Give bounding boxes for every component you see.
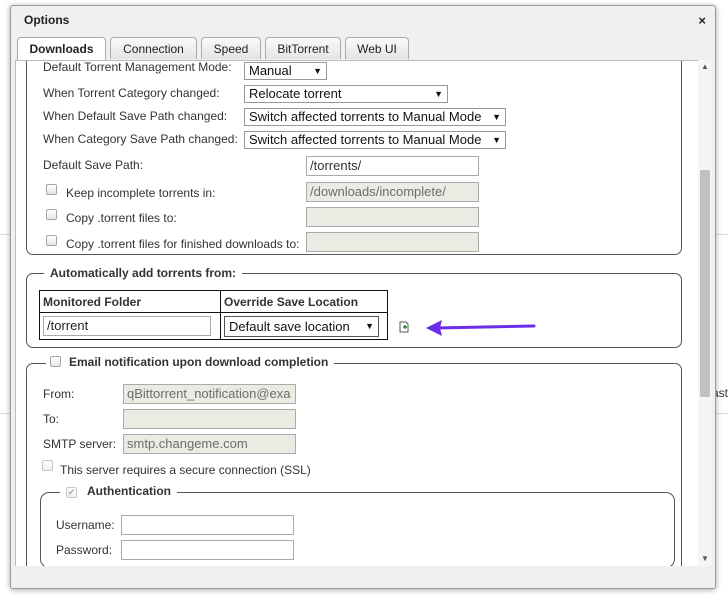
- background-divider: [0, 234, 10, 235]
- ssl-checkbox[interactable]: [42, 460, 53, 471]
- copy-finished-checkbox[interactable]: [46, 235, 57, 246]
- default-save-path-label: Default Save Path:: [43, 158, 144, 172]
- location-cell: Default save location ▼: [220, 312, 388, 340]
- close-button[interactable]: ×: [698, 13, 706, 28]
- tab-downloads[interactable]: Downloads: [17, 37, 106, 61]
- email-notification-legend-text: Email notification upon download complet…: [69, 355, 329, 369]
- username-label: Username:: [56, 518, 115, 532]
- scroll-down-arrow-icon[interactable]: ▼: [698, 552, 712, 566]
- col-override-location: Override Save Location: [220, 290, 388, 313]
- smtp-server-input[interactable]: smtp.changeme.com: [123, 434, 296, 454]
- copy-finished-label: Copy .torrent files for finished downloa…: [66, 237, 300, 251]
- management-mode-value: Manual: [249, 63, 292, 78]
- authentication-legend-text: Authentication: [87, 484, 171, 498]
- copy-finished-input[interactable]: [306, 232, 479, 252]
- override-location-value: Default save location: [229, 318, 350, 334]
- annotation-arrow-icon: [422, 317, 542, 340]
- default-save-path-input[interactable]: /torrents/: [306, 156, 479, 176]
- email-notification-checkbox[interactable]: [50, 356, 61, 367]
- keep-incomplete-input[interactable]: /downloads/incomplete/: [306, 182, 479, 202]
- add-row-icon[interactable]: [398, 321, 410, 333]
- monitored-folder-input[interactable]: /torrent: [43, 316, 211, 336]
- copy-torrent-input[interactable]: [306, 207, 479, 227]
- dialog-footer: [11, 566, 715, 588]
- tab-web-ui[interactable]: Web UI: [345, 37, 409, 59]
- keep-incomplete-checkbox[interactable]: [46, 184, 57, 195]
- copy-torrent-label: Copy .torrent files to:: [66, 211, 177, 225]
- watched-folders-table: Monitored Folder Override Save Location …: [39, 290, 388, 340]
- from-label: From:: [43, 387, 75, 401]
- category-changed-value: Relocate torrent: [249, 86, 342, 101]
- dropdown-arrow-icon: ▼: [492, 112, 501, 122]
- authentication-legend: ✔ Authentication: [60, 484, 177, 498]
- management-mode-label: Default Torrent Management Mode:: [43, 60, 232, 74]
- password-input[interactable]: [121, 540, 294, 560]
- default-path-changed-value: Switch affected torrents to Manual Mode: [249, 109, 482, 124]
- ssl-label: This server requires a secure connection…: [60, 463, 311, 477]
- default-path-changed-label: When Default Save Path changed:: [43, 109, 228, 123]
- password-label: Password:: [56, 543, 113, 557]
- smtp-server-label: SMTP server:: [43, 437, 117, 451]
- dialog-title: Options: [24, 13, 70, 27]
- category-path-changed-value: Switch affected torrents to Manual Mode: [249, 132, 482, 147]
- background-divider: [714, 234, 728, 235]
- authentication-checkbox[interactable]: ✔: [66, 487, 77, 498]
- to-label: To:: [43, 412, 60, 426]
- management-mode-select[interactable]: Manual ▼: [244, 62, 327, 80]
- category-changed-select[interactable]: Relocate torrent ▼: [244, 85, 448, 103]
- category-path-changed-label: When Category Save Path changed:: [43, 132, 238, 146]
- default-path-changed-select[interactable]: Switch affected torrents to Manual Mode ▼: [244, 108, 506, 126]
- dropdown-arrow-icon: ▼: [434, 89, 443, 99]
- background-divider: [714, 413, 728, 414]
- dropdown-arrow-icon: ▼: [365, 320, 374, 331]
- folder-cell: /torrent: [39, 312, 221, 340]
- tab-speed[interactable]: Speed: [201, 37, 261, 59]
- tab-bittorrent[interactable]: BitTorrent: [265, 37, 341, 59]
- tab-connection[interactable]: Connection: [110, 37, 197, 59]
- downloads-panel: Default Torrent Management Mode: Manual ▼…: [15, 60, 699, 567]
- col-monitored-folder: Monitored Folder: [39, 290, 221, 313]
- category-path-changed-select[interactable]: Switch affected torrents to Manual Mode ▼: [244, 131, 506, 149]
- table-row: /torrent Default save location ▼: [39, 312, 388, 340]
- username-input[interactable]: [121, 515, 294, 535]
- keep-incomplete-label: Keep incomplete torrents in:: [66, 186, 216, 200]
- copy-torrent-checkbox[interactable]: [46, 209, 57, 220]
- email-notification-legend: Email notification upon download complet…: [46, 355, 335, 369]
- scroll-thumb[interactable]: [700, 170, 710, 397]
- override-location-select[interactable]: Default save location ▼: [224, 315, 379, 337]
- category-changed-label: When Torrent Category changed:: [43, 86, 220, 100]
- dropdown-arrow-icon: ▼: [313, 66, 322, 76]
- to-input[interactable]: [123, 409, 296, 429]
- watched-folders-legend: Automatically add torrents from:: [44, 266, 243, 280]
- vertical-scrollbar[interactable]: ▲ ▼: [698, 60, 712, 566]
- options-dialog: Options × Downloads Connection Speed Bit…: [10, 5, 716, 589]
- scroll-up-arrow-icon[interactable]: ▲: [698, 60, 712, 74]
- from-input[interactable]: qBittorrent_notification@exa: [123, 384, 296, 404]
- dropdown-arrow-icon: ▼: [492, 135, 501, 145]
- dialog-titlebar[interactable]: Options ×: [11, 6, 715, 36]
- background-divider: [0, 413, 10, 414]
